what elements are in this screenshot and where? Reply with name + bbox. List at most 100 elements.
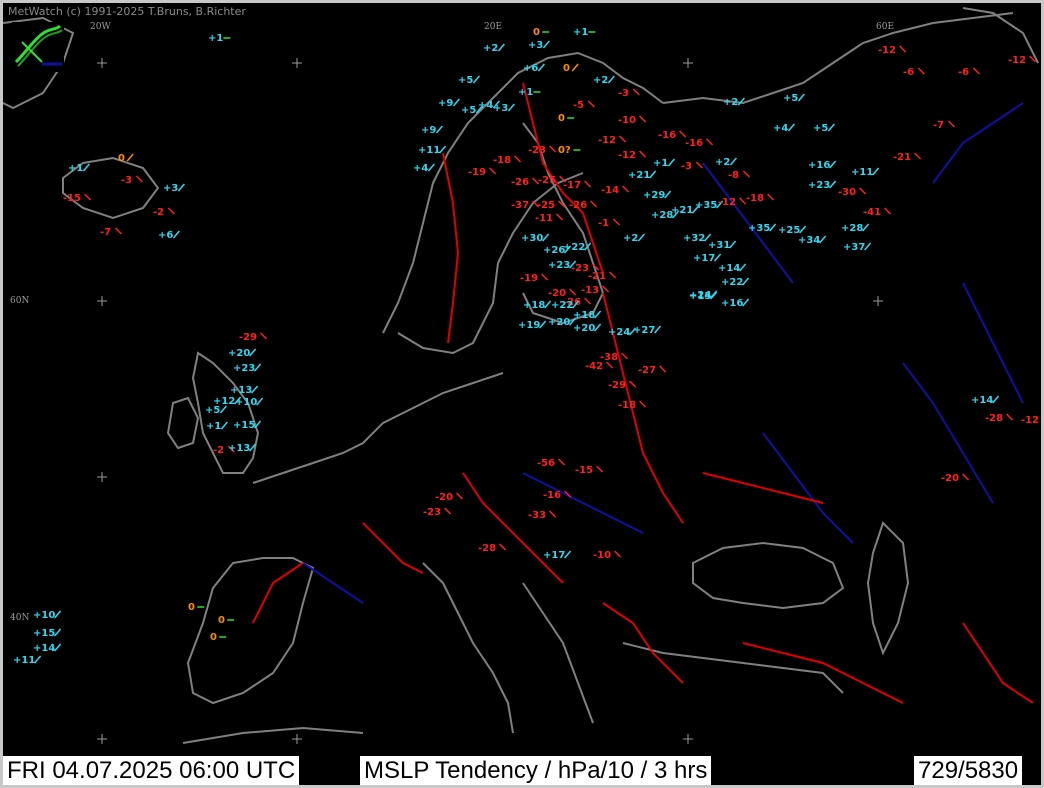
station-value: -42 <box>585 361 603 372</box>
station-value: +3 <box>493 103 508 114</box>
metwatch-logo-icon <box>12 22 64 72</box>
station-value: -15 <box>575 465 593 476</box>
station-value: -7 <box>100 227 111 238</box>
station-value: +35 <box>695 200 717 211</box>
datetime-label: FRI 04.07.2025 06:00 UTC <box>3 756 300 785</box>
station-value: -12 <box>598 135 616 146</box>
station-value: -16 <box>543 490 561 501</box>
station-value: +32 <box>683 233 705 244</box>
station-value: -10 <box>618 115 636 126</box>
station-value: +29 <box>643 190 665 201</box>
station-value: +10 <box>33 610 55 621</box>
station-value: +24 <box>608 327 630 338</box>
station-value: -19 <box>468 167 486 178</box>
station-value: -16 <box>685 138 703 149</box>
station-value: -33 <box>528 510 546 521</box>
station-value: 0 <box>563 63 570 74</box>
station-value: +1 <box>68 163 83 174</box>
station-value: +14 <box>718 263 740 274</box>
station-value: +5 <box>783 93 798 104</box>
station-value: +5 <box>458 75 473 86</box>
station-value: +37 <box>843 242 865 253</box>
station-value: -26 <box>511 177 529 188</box>
station-value: +14 <box>971 395 993 406</box>
station-value: +1 <box>653 158 668 169</box>
station-value: +10 <box>235 397 257 408</box>
station-value: -20 <box>941 473 959 484</box>
station-value: -12 <box>878 45 896 56</box>
station-value: +2 <box>715 157 730 168</box>
station-value: -19 <box>520 273 538 284</box>
station-value: -6 <box>958 67 969 78</box>
station-value: +34 <box>798 235 820 246</box>
station-value: +3 <box>528 40 543 51</box>
grid-label-60e: 60E <box>876 22 895 32</box>
station-value: 0 <box>188 602 195 613</box>
station-value: +11 <box>851 167 873 178</box>
station-value: +1 <box>573 27 588 38</box>
station-value: +18 <box>573 310 595 321</box>
station-value: +15 <box>33 628 55 639</box>
station-value: -3 <box>681 161 692 172</box>
grid-label-60n: 60N <box>10 296 30 306</box>
station-value: +6 <box>523 63 538 74</box>
station-value: -1 <box>598 218 609 229</box>
station-value: -25 <box>538 175 556 186</box>
station-value: -23 <box>528 145 546 156</box>
station-value: -28 <box>478 543 496 554</box>
station-value: +20 <box>548 317 570 328</box>
station-value: -2 <box>213 445 224 456</box>
station-value: -5 <box>573 100 584 111</box>
station-value: +23 <box>548 260 570 271</box>
station-value: -18 <box>746 193 764 204</box>
station-value: -16 <box>658 130 676 141</box>
station-value: -27 <box>638 365 656 376</box>
station-value: +31 <box>708 240 730 251</box>
station-value: +18 <box>523 300 545 311</box>
station-value: +16 <box>721 298 743 309</box>
station-value: 0 <box>118 153 125 164</box>
station-value: +22 <box>551 300 573 311</box>
station-value: -12 <box>618 150 636 161</box>
station-value: +23 <box>808 180 830 191</box>
station-value: -41 <box>863 207 881 218</box>
station-value: -18 <box>493 155 511 166</box>
station-value: +21 <box>671 205 693 216</box>
station-value: 0? <box>558 145 571 156</box>
station-value: +23 <box>233 363 255 374</box>
station-value: +1 <box>518 87 533 98</box>
station-value: +13 <box>230 385 252 396</box>
station-value: -56 <box>537 458 555 469</box>
station-value: 0 <box>218 615 225 626</box>
station-value: +26 <box>543 245 565 256</box>
grid-label-40n: 40N <box>10 613 30 623</box>
station-value: +16 <box>808 160 830 171</box>
station-value: +11 <box>13 655 35 666</box>
station-value: +35 <box>748 223 770 234</box>
station-value: +17 <box>543 550 565 561</box>
station-value: -17 <box>563 180 581 191</box>
station-value: +15 <box>233 420 255 431</box>
station-value: -13 <box>581 285 599 296</box>
station-value: +25 <box>778 225 800 236</box>
station-value: -3 <box>618 88 629 99</box>
grid-label-20w: 20W <box>90 22 111 32</box>
station-value: -6 <box>903 67 914 78</box>
station-value: 0 <box>210 632 217 643</box>
station-value: +17 <box>693 253 715 264</box>
station-value: +2 <box>623 233 638 244</box>
grid-label-20e: 20E <box>484 22 503 32</box>
station-value: -3 <box>121 175 132 186</box>
station-value: +11 <box>418 145 440 156</box>
station-value: +5 <box>813 123 828 134</box>
station-value: +2 <box>723 97 738 108</box>
station-value: +3 <box>163 183 178 194</box>
station-value: +14 <box>33 643 55 654</box>
station-value: -14 <box>601 185 619 196</box>
station-value: +21 <box>628 170 650 181</box>
station-value: -26 <box>569 200 587 211</box>
station-value: -11 <box>535 213 553 224</box>
map-canvas: +10 +1+2 +3+6 0+2+5+4+1-5-3-12-6 -6-12-7+9+5… <box>3 3 1041 755</box>
station-value: -30 <box>838 187 856 198</box>
station-value: +13 <box>228 443 250 454</box>
